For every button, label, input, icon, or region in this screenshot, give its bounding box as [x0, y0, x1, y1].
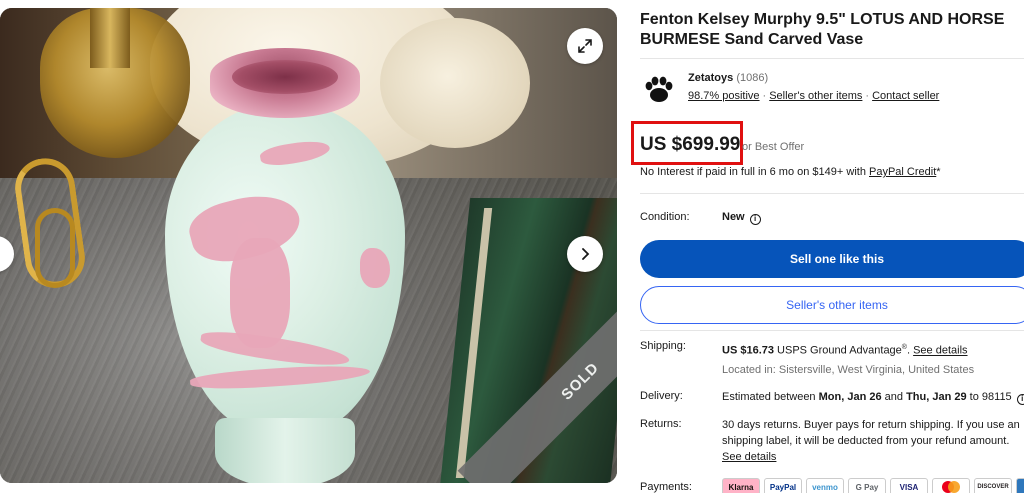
paypal-credit-link[interactable]: PayPal Credit — [869, 166, 936, 178]
returns-label: Returns: — [640, 418, 682, 430]
delivery-estimate: Estimated between Mon, Jan 26 and Thu, J… — [722, 389, 1024, 405]
financing-note: No Interest if paid in full in 6 mo on $… — [640, 166, 941, 178]
sold-label: SOLD — [557, 358, 603, 404]
klarna-logo: Klarna — [722, 478, 760, 493]
expand-icon — [578, 39, 592, 53]
amex-logo — [1016, 478, 1024, 493]
paypal-logo: PayPal — [764, 478, 802, 493]
delivery-info-icon[interactable]: i — [1016, 394, 1024, 405]
paw-logo-icon — [645, 76, 673, 102]
shipping-see-details-link[interactable]: See details — [913, 345, 967, 357]
payments-label: Payments: — [640, 481, 692, 493]
venmo-logo: venmo — [806, 478, 844, 493]
sellers-other-items-button[interactable]: Seller's other items — [640, 286, 1024, 324]
next-image-button[interactable] — [567, 236, 603, 272]
condition-value: New — [722, 211, 745, 223]
google-pay-logo: G Pay — [848, 478, 886, 493]
payment-methods: Klarna PayPal venmo G Pay VISA DISCOVER — [722, 478, 1024, 493]
visa-logo: VISA — [890, 478, 928, 493]
shipping-cost: US $16.73 — [722, 344, 774, 357]
seller-feedback-count: (1086) — [736, 72, 769, 84]
best-offer-label: or Best Offer — [742, 141, 805, 153]
discover-logo: DISCOVER — [974, 478, 1012, 493]
divider — [640, 330, 1024, 331]
chevron-left-icon — [0, 247, 3, 261]
seller-card: Zetatoys (1086) 98.7% positive · Seller's … — [640, 70, 1024, 110]
returns-policy: 30 days returns. Buyer pays for return s… — [722, 419, 1020, 463]
contact-seller-link[interactable]: Contact seller — [872, 90, 939, 102]
chevron-right-icon — [582, 248, 590, 260]
seller-other-items-link[interactable]: Seller's other items — [769, 90, 862, 102]
expand-image-button[interactable] — [567, 28, 603, 64]
seller-positive-link[interactable]: 98.7% positive — [688, 90, 760, 102]
divider — [640, 193, 1024, 194]
condition-label: Condition: — [640, 211, 690, 223]
vase-image — [160, 48, 410, 483]
price: US $699.99 — [640, 134, 741, 155]
listing-details: Fenton Kelsey Murphy 9.5" LOTUS AND HORS… — [631, 0, 1024, 493]
returns-see-details-link[interactable]: See details — [722, 451, 776, 463]
shipping-label: Shipping: — [640, 340, 686, 352]
seller-name[interactable]: Zetatoys — [688, 72, 733, 84]
item-location: Located in: Sistersville, West Virginia,… — [722, 364, 975, 376]
shipping-service: USPS Ground Advantage — [777, 344, 902, 357]
delivery-label: Delivery: — [640, 390, 683, 402]
product-image-gallery[interactable]: SOLD — [0, 8, 617, 483]
seller-avatar[interactable] — [640, 70, 678, 108]
info-icon[interactable]: i — [749, 214, 761, 225]
shipping-info: US $16.73 USPS Ground Advantage®. See de… — [722, 344, 968, 357]
listing-title: Fenton Kelsey Murphy 9.5" LOTUS AND HORS… — [640, 11, 1005, 48]
sell-one-like-this-button[interactable]: Sell one like this — [640, 240, 1024, 278]
mastercard-logo — [932, 478, 970, 493]
divider — [640, 58, 1024, 59]
